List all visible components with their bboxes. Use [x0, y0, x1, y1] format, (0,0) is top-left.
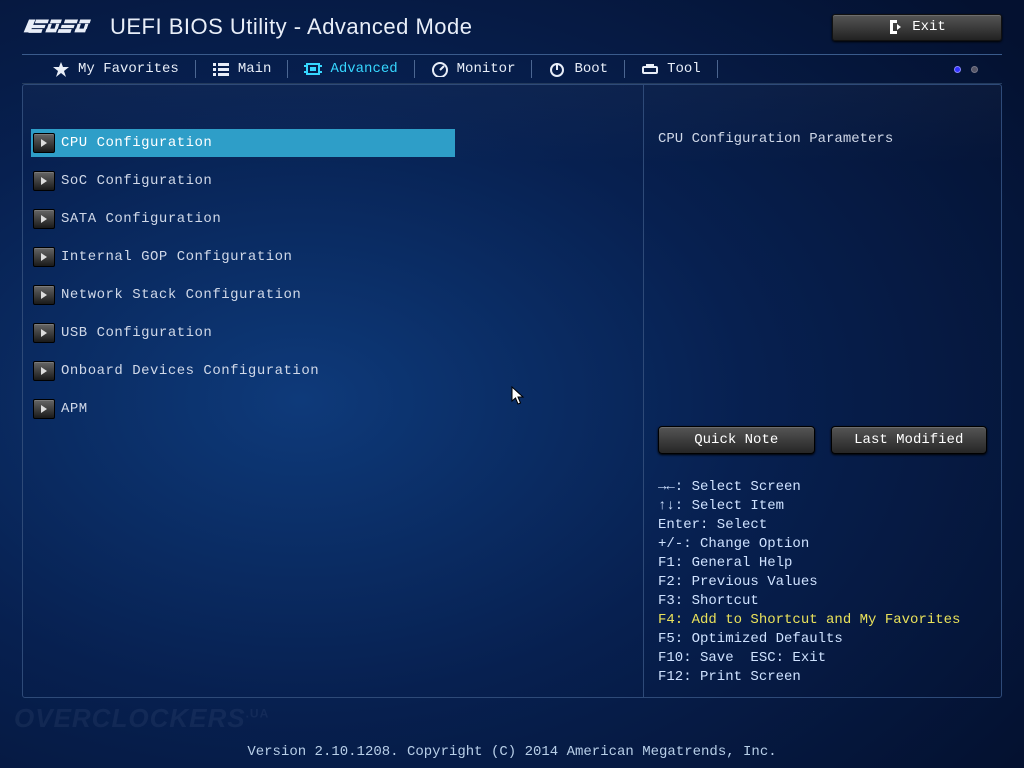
submenu-arrow-icon [33, 171, 55, 191]
star-icon [52, 61, 70, 77]
tab-label: Tool [667, 61, 701, 77]
asus-logo [22, 13, 92, 41]
page-dot [971, 66, 978, 73]
watermark: OVERCLOCKERS.UA [14, 703, 269, 734]
tool-icon [641, 61, 659, 77]
submenu-arrow-icon [33, 285, 55, 305]
menu-item-label: SATA Configuration [61, 211, 221, 227]
tab-label: Monitor [457, 61, 516, 77]
submenu-arrow-icon [33, 133, 55, 153]
menu-item-soc-configuration[interactable]: SoC Configuration [31, 167, 455, 195]
quick-note-button[interactable]: Quick Note [658, 426, 815, 454]
menu-item-network-stack-configuration[interactable]: Network Stack Configuration [31, 281, 455, 309]
tab-bar: My Favorites Main Advanced Monitor Boot Tool [22, 54, 1002, 84]
tab-label: Advanced [330, 61, 397, 77]
menu-item-internal-gop-configuration[interactable]: Internal GOP Configuration [31, 243, 455, 271]
menu-item-label: USB Configuration [61, 325, 212, 341]
tab-boot[interactable]: Boot [538, 55, 618, 83]
page-dot-active [954, 66, 961, 73]
footer-text: Version 2.10.1208. Copyright (C) 2014 Am… [0, 744, 1024, 760]
menu-item-label: CPU Configuration [61, 135, 212, 151]
last-modified-button[interactable]: Last Modified [831, 426, 988, 454]
menu-item-label: Network Stack Configuration [61, 287, 301, 303]
tab-label: Boot [574, 61, 608, 77]
submenu-arrow-icon [33, 209, 55, 229]
menu-item-apm[interactable]: APM [31, 395, 455, 423]
menu-item-cpu-configuration[interactable]: CPU Configuration [31, 129, 455, 157]
page-title: UEFI BIOS Utility - Advanced Mode [110, 14, 473, 40]
key-help: →←: Select Screen ↑↓: Select Item Enter:… [658, 478, 987, 687]
menu-list: CPU Configuration SoC Configuration SATA… [23, 85, 643, 697]
menu-item-label: Internal GOP Configuration [61, 249, 292, 265]
help-panel: CPU Configuration Parameters Quick Note … [643, 85, 1001, 697]
submenu-arrow-icon [33, 247, 55, 267]
gauge-icon [431, 61, 449, 77]
page-dots [954, 66, 978, 73]
tab-advanced[interactable]: Advanced [294, 55, 407, 83]
menu-item-label: Onboard Devices Configuration [61, 363, 319, 379]
menu-item-label: APM [61, 401, 88, 417]
tab-main[interactable]: Main [202, 55, 282, 83]
tab-my favorites[interactable]: My Favorites [42, 55, 189, 83]
submenu-arrow-icon [33, 399, 55, 419]
menu-item-usb-configuration[interactable]: USB Configuration [31, 319, 455, 347]
exit-label: Exit [912, 19, 946, 35]
exit-icon [888, 19, 902, 35]
help-title: CPU Configuration Parameters [658, 131, 987, 147]
submenu-arrow-icon [33, 361, 55, 381]
power-icon [548, 61, 566, 77]
exit-button[interactable]: Exit [832, 14, 1002, 41]
chip-icon [304, 61, 322, 77]
tab-label: Main [238, 61, 272, 77]
menu-item-sata-configuration[interactable]: SATA Configuration [31, 205, 455, 233]
tab-label: My Favorites [78, 61, 179, 77]
menu-item-onboard-devices-configuration[interactable]: Onboard Devices Configuration [31, 357, 455, 385]
mouse-cursor [511, 386, 525, 406]
menu-item-label: SoC Configuration [61, 173, 212, 189]
tab-monitor[interactable]: Monitor [421, 55, 526, 83]
tab-tool[interactable]: Tool [631, 55, 711, 83]
list-icon [212, 61, 230, 77]
submenu-arrow-icon [33, 323, 55, 343]
